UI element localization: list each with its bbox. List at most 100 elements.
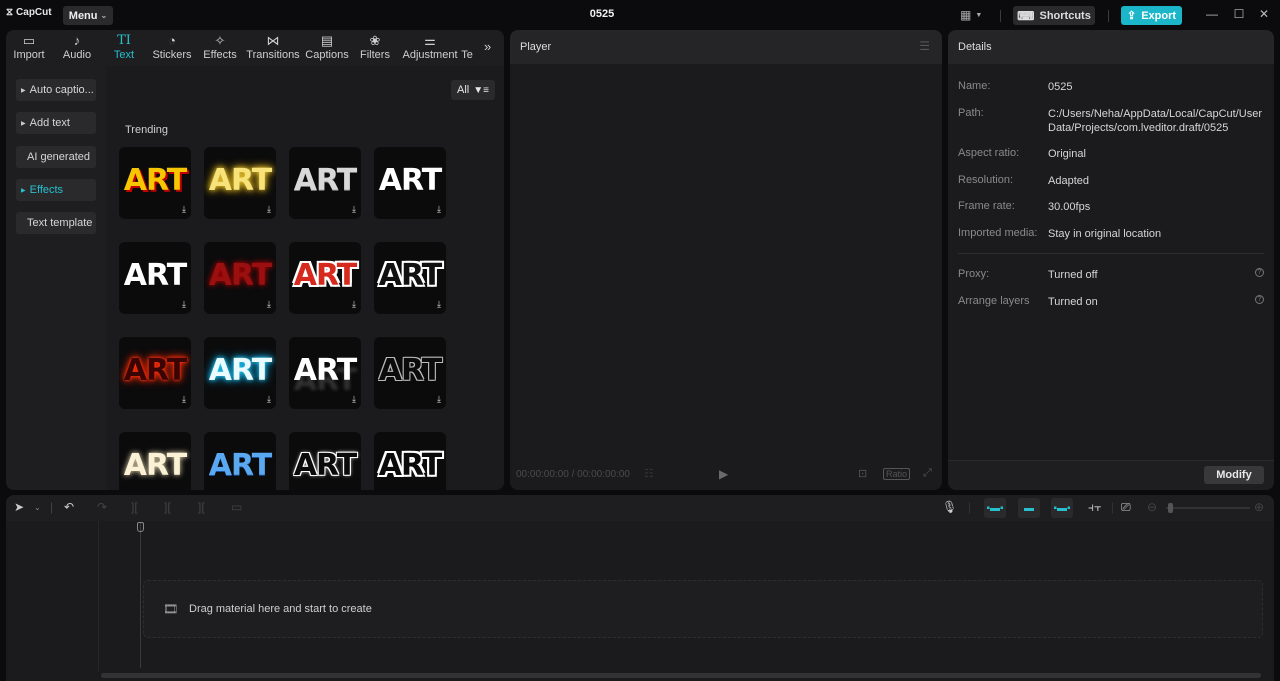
text-effect-tile[interactable]: ART ⤓ — [374, 432, 446, 490]
preview-axis-icon[interactable]: ⫞⫟ — [1088, 500, 1101, 515]
main-track-magnet-toggle[interactable]: ▪▬▪ — [984, 498, 1006, 518]
download-icon[interactable]: ⤓ — [437, 299, 441, 310]
text-side-nav: ▶ Auto captio... ▶ Add text AI generated… — [6, 66, 106, 490]
sticker-icon: ◔ — [168, 33, 176, 48]
text-effect-tile[interactable]: ART ⤓ — [289, 432, 361, 490]
text-effect-tile[interactable]: ART ⤓ — [204, 337, 276, 409]
trim-left-icon[interactable]: ][ — [164, 500, 171, 514]
delete-icon[interactable]: ▭ — [231, 500, 242, 514]
keyboard-icon: ⌨ — [1017, 8, 1035, 23]
help-icon[interactable]: ? — [1255, 295, 1264, 304]
text-effect-tile[interactable]: ART ⤓ — [374, 337, 446, 409]
microphone-icon[interactable]: 🎙 — [942, 500, 957, 514]
nav-add-text[interactable]: ▶ Add text — [16, 112, 96, 134]
text-effect-tile[interactable]: ART ⤓ — [289, 337, 361, 409]
playhead[interactable] — [140, 523, 141, 668]
help-icon[interactable]: ? — [1255, 268, 1264, 277]
divider — [958, 253, 1264, 254]
select-cursor-icon[interactable]: ➤ — [14, 500, 24, 514]
tab-filters[interactable]: ❀ Filters — [350, 30, 400, 66]
shortcuts-button[interactable]: ⌨ Shortcuts — [1013, 6, 1095, 25]
tab-text[interactable]: TI Text — [102, 30, 146, 66]
download-icon[interactable]: ⤓ — [437, 489, 441, 490]
divider: | — [1111, 500, 1115, 514]
maximize-icon[interactable]: ☐ — [1231, 7, 1247, 21]
text-effect-tile[interactable]: ART ⤓ — [119, 147, 191, 219]
minimize-icon[interactable]: — — [1204, 7, 1220, 21]
download-icon[interactable]: ⤓ — [182, 394, 186, 405]
trim-right-icon[interactable]: ][ — [198, 500, 205, 514]
nav-effects[interactable]: ▶ Effects — [16, 179, 96, 201]
text-effect-tile[interactable]: ART ⤓ — [119, 337, 191, 409]
tab-captions[interactable]: ▤ Captions — [304, 30, 350, 66]
timeline-zoom-slider[interactable] — [1166, 507, 1250, 509]
text-effect-tile[interactable]: ART ⤓ — [289, 242, 361, 314]
zoom-slider-handle[interactable] — [1168, 503, 1173, 513]
tab-effects[interactable]: ✧ Effects — [198, 30, 242, 66]
text-effect-tile[interactable]: ART ⤓ — [204, 432, 276, 490]
more-tabs-icon[interactable]: » — [484, 39, 491, 54]
details-title: Details — [958, 41, 992, 53]
download-icon[interactable]: ⤓ — [267, 204, 271, 215]
download-icon[interactable]: ⤓ — [352, 394, 356, 405]
zoom-out-icon[interactable]: ⊖ — [1147, 500, 1157, 514]
chevron-down-icon[interactable]: ⌄ — [34, 503, 41, 512]
download-icon[interactable]: ⤓ — [352, 204, 356, 215]
capcut-logo-icon: ⧖ — [6, 7, 14, 18]
details-panel: Details Name: 0525 Path: C:/Users/Neha/A… — [948, 30, 1274, 490]
close-icon[interactable]: ✕ — [1256, 7, 1272, 21]
fullscreen-icon[interactable]: ⤢ — [923, 467, 932, 480]
tab-audio[interactable]: ♪ Audio — [52, 30, 102, 66]
tab-adjustment[interactable]: ⚌ Adjustment — [400, 30, 460, 66]
linkage-toggle[interactable]: ▪▬▪ — [1051, 498, 1073, 518]
menu-button[interactable]: Menu ⌄ — [63, 6, 113, 25]
download-icon[interactable]: ⤓ — [437, 204, 441, 215]
download-icon[interactable]: ⤓ — [182, 299, 186, 310]
filter-button[interactable]: All ▼≡ — [451, 80, 495, 100]
zoom-fit-icon[interactable]: ⊡ — [858, 467, 867, 480]
download-icon[interactable]: ⤓ — [352, 489, 356, 490]
timeline-drop-zone[interactable]: 🎞 Drag material here and start to create — [143, 580, 1263, 638]
audio-icon: ♪ — [73, 33, 81, 48]
text-effect-tile[interactable]: ART ⤓ — [204, 242, 276, 314]
download-icon[interactable]: ⤓ — [352, 299, 356, 310]
nav-auto-captions[interactable]: ▶ Auto captio... — [16, 79, 96, 101]
text-effect-tile[interactable]: ART ⤓ — [119, 242, 191, 314]
export-button[interactable]: ⇪ Export — [1121, 6, 1182, 25]
playhead-handle[interactable] — [137, 522, 144, 532]
download-icon[interactable]: ⤓ — [267, 489, 271, 490]
media-panel: ▭ Import ♪ Audio TI Text ◔ Stickers ✧ Ef… — [6, 30, 504, 490]
download-icon[interactable]: ⤓ — [267, 299, 271, 310]
text-effect-tile[interactable]: ART ⤓ — [119, 432, 191, 490]
tab-stickers[interactable]: ◔ Stickers — [146, 30, 198, 66]
text-effect-tile[interactable]: ART ⤓ — [204, 147, 276, 219]
download-icon[interactable]: ⤓ — [182, 489, 186, 490]
text-effect-tile[interactable]: ART ⤓ — [289, 147, 361, 219]
zoom-to-fit-icon[interactable]: ⎚ — [1121, 500, 1131, 515]
waveform-icon[interactable]: ☷ — [644, 467, 654, 480]
text-effect-tile[interactable]: ART ⤓ — [374, 147, 446, 219]
zoom-in-icon[interactable]: ⊕ — [1254, 500, 1264, 514]
modify-button[interactable]: Modify — [1204, 466, 1264, 484]
auto-snap-toggle[interactable]: ▬ — [1018, 498, 1040, 518]
layout-button[interactable]: ▦ ▼ — [960, 8, 982, 22]
tab-templates-truncated[interactable]: Te — [460, 30, 474, 66]
download-icon[interactable]: ⤓ — [182, 204, 186, 215]
split-icon[interactable]: ][ — [131, 500, 138, 514]
timeline-scrollbar[interactable] — [101, 673, 1261, 678]
effect-preview-text: ART — [123, 163, 187, 198]
play-icon[interactable]: ▶ — [719, 467, 728, 481]
tab-transitions[interactable]: ⋈ Transitions — [242, 30, 304, 66]
menu-icon[interactable]: ☰ — [919, 39, 930, 53]
download-icon[interactable]: ⤓ — [267, 394, 271, 405]
nav-text-template[interactable]: Text template — [16, 212, 96, 234]
tab-import[interactable]: ▭ Import — [6, 30, 52, 66]
nav-ai-generated[interactable]: AI generated — [16, 146, 96, 168]
redo-icon[interactable]: ↷ — [97, 500, 107, 514]
magnet-icon: ▪▬▪ — [986, 502, 1004, 514]
ratio-button[interactable]: Ratio — [883, 468, 911, 480]
undo-icon[interactable]: ↶ — [64, 500, 74, 514]
download-icon[interactable]: ⤓ — [437, 394, 441, 405]
text-effect-tile[interactable]: ART ⤓ — [374, 242, 446, 314]
project-title: 0525 — [589, 8, 615, 20]
